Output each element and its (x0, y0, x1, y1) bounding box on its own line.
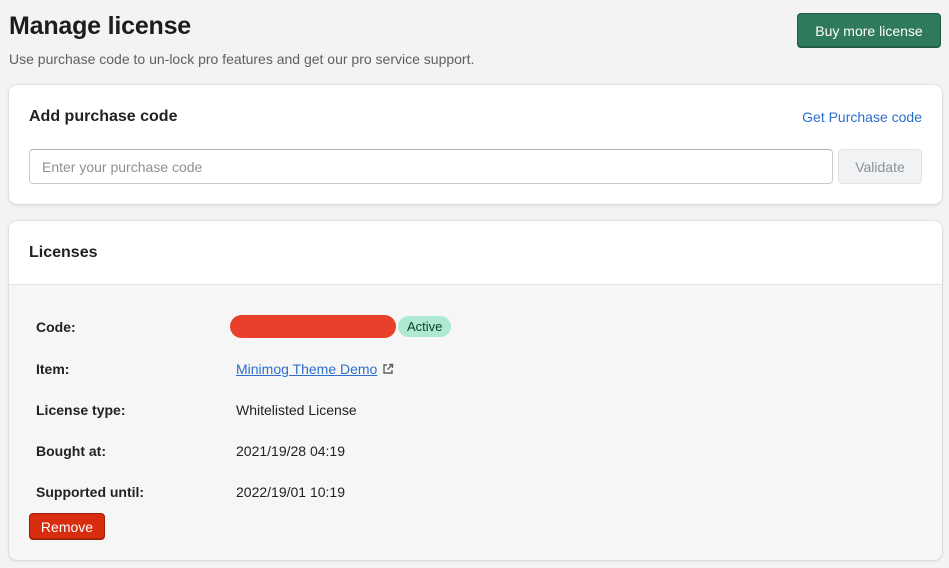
status-badge: Active (398, 316, 452, 337)
license-type-label: License type: (36, 402, 126, 418)
remove-button[interactable]: Remove (29, 513, 105, 540)
validate-button[interactable]: Validate (838, 149, 922, 184)
code-label: Code: (36, 319, 76, 335)
supported-until-label: Supported until: (36, 484, 145, 500)
license-type-value: Whitelisted License (236, 402, 357, 418)
add-purchase-code-card: Add purchase code Get Purchase code Vali… (9, 85, 942, 204)
manage-license-page: Manage license Use purchase code to un-l… (0, 0, 949, 568)
page-subtitle: Use purchase code to un-lock pro feature… (9, 51, 475, 67)
licenses-heading: Licenses (29, 244, 98, 261)
purchase-code-input[interactable] (29, 149, 833, 184)
bought-at-value: 2021/19/28 04:19 (236, 443, 345, 459)
supported-until-value: 2022/19/01 10:19 (236, 484, 345, 500)
get-purchase-code-link[interactable]: Get Purchase code (802, 109, 922, 125)
code-redaction-mark (230, 315, 396, 338)
item-link[interactable]: Minimog Theme Demo (236, 361, 394, 377)
license-details: Code: Item: License type: Bought at: Sup… (9, 285, 942, 560)
item-label: Item: (36, 361, 70, 377)
item-link-label: Minimog Theme Demo (236, 361, 378, 377)
page-title: Manage license (9, 12, 192, 40)
add-purchase-code-heading: Add purchase code (29, 108, 178, 125)
external-link-icon (382, 363, 394, 375)
licenses-card: Licenses Code: Item: License type: Bough… (9, 221, 942, 560)
bought-at-label: Bought at: (36, 443, 106, 459)
buy-more-license-button[interactable]: Buy more license (797, 13, 941, 48)
